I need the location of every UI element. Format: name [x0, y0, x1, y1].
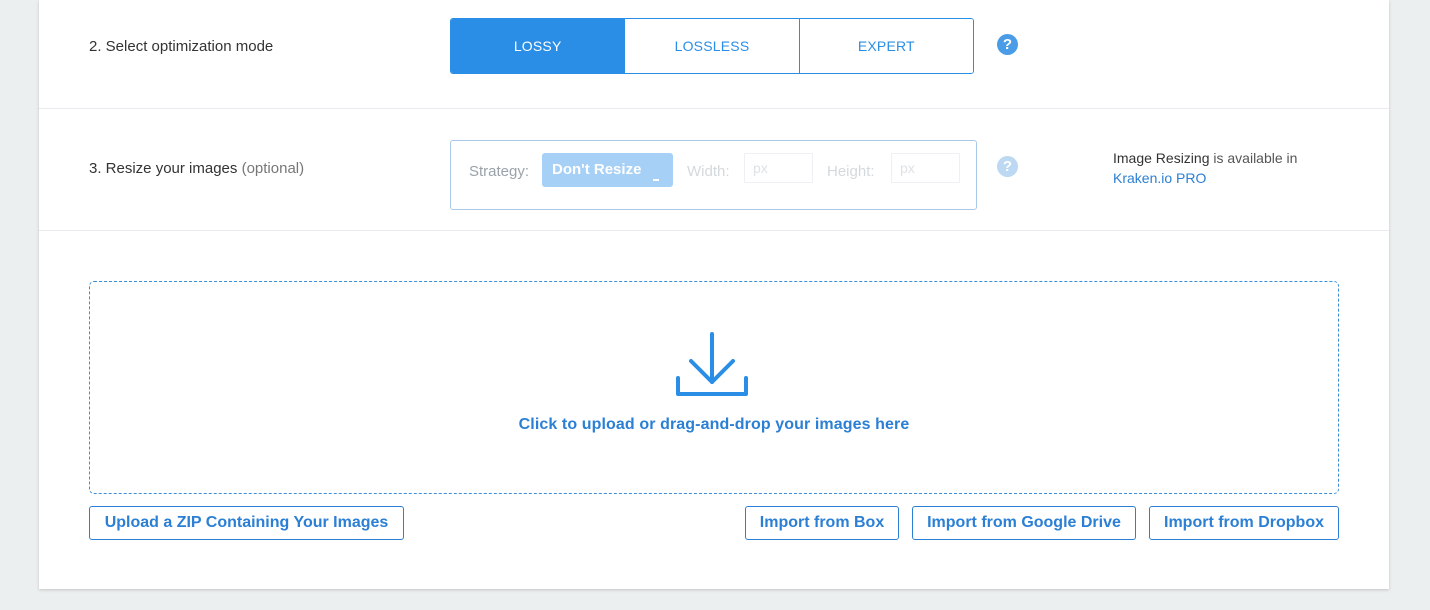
resize-options-box: Strategy: Don't Resize Width: px Height:… — [450, 140, 977, 210]
resize-optional-text: (optional) — [241, 160, 305, 177]
download-tray-icon — [676, 332, 748, 396]
height-label: Height: — [827, 163, 875, 180]
mode-expert-button[interactable]: EXPERT — [799, 19, 973, 73]
strategy-label: Strategy: — [469, 163, 530, 180]
dropzone-text: Click to upload or drag-and-drop your im… — [518, 416, 910, 433]
width-label: Width: — [687, 163, 730, 180]
kraken-pro-link[interactable]: Kraken.io PRO — [1113, 170, 1206, 186]
import-google-drive-button[interactable]: Import from Google Drive — [912, 506, 1136, 540]
mode-help-icon[interactable]: ? — [997, 34, 1018, 55]
mode-lossless-button[interactable]: LOSSLESS — [625, 19, 800, 73]
height-input[interactable]: px — [891, 153, 960, 183]
step-optimization-mode-label: 2. Select optimization mode — [89, 38, 274, 55]
resize-label-text: 3. Resize your images — [89, 160, 238, 177]
step-resize-label: 3. Resize your images (optional) — [89, 160, 304, 177]
strategy-select[interactable]: Don't Resize — [542, 153, 673, 187]
import-box-button[interactable]: Import from Box — [745, 506, 899, 540]
upload-dropzone[interactable]: Click to upload or drag-and-drop your im… — [89, 281, 1339, 494]
pro-note-text: is available in — [1209, 150, 1298, 166]
row-divider — [39, 230, 1389, 231]
optimization-mode-group: LOSSY LOSSLESS EXPERT — [450, 18, 974, 74]
settings-panel: 2. Select optimization mode LOSSY LOSSLE… — [39, 0, 1389, 589]
resize-help-icon[interactable]: ? — [997, 156, 1018, 177]
row-divider — [39, 108, 1389, 109]
width-input[interactable]: px — [744, 153, 813, 183]
chevron-down-icon — [653, 179, 659, 181]
strategy-select-value: Don't Resize — [552, 161, 642, 178]
pro-note-strong: Image Resizing — [1113, 150, 1210, 166]
upload-zip-button[interactable]: Upload a ZIP Containing Your Images — [89, 506, 404, 540]
import-dropbox-button[interactable]: Import from Dropbox — [1149, 506, 1339, 540]
resize-pro-note: Image Resizing is available in Kraken.io… — [1113, 148, 1297, 188]
mode-lossy-button[interactable]: LOSSY — [451, 19, 626, 73]
